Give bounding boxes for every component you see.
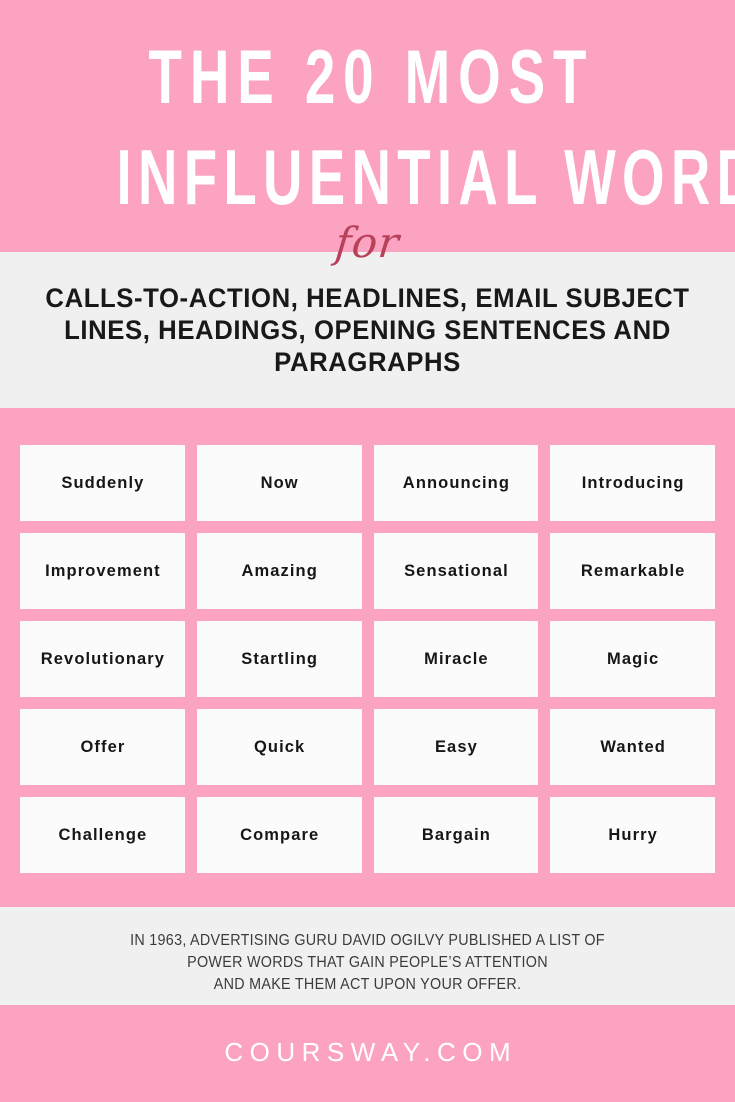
word-card: Bargain	[373, 797, 539, 873]
word-card: Compare	[196, 797, 362, 873]
subtitle-band: CALLS-TO-ACTION, HEADLINES, EMAIL SUBJEC…	[0, 252, 735, 408]
word-card: Offer	[20, 709, 185, 785]
header-band: THE 20 MOST INFLUENTIAL WORDS	[0, 0, 735, 252]
word-card: Announcing	[373, 445, 539, 521]
word-grid: Suddenly Now Announcing Introducing Impr…	[20, 445, 715, 873]
word-card: Magic	[550, 621, 715, 697]
subtitle-text: CALLS-TO-ACTION, HEADLINES, EMAIL SUBJEC…	[45, 283, 690, 377]
word-card: Remarkable	[550, 533, 715, 609]
word-card: Sensational	[373, 533, 539, 609]
word-card: Improvement	[20, 533, 185, 609]
brand-band: COURSWAY.COM	[0, 1005, 735, 1102]
word-card: Quick	[196, 709, 362, 785]
footnote-band: IN 1963, ADVERTISING GURU DAVID OGILVY P…	[0, 907, 735, 1005]
page-title-line-1: THE 20 MOST	[148, 35, 595, 120]
word-card: Miracle	[373, 621, 539, 697]
word-card: Now	[196, 445, 362, 521]
word-card: Wanted	[550, 709, 715, 785]
word-card: Hurry	[550, 797, 715, 873]
footnote-line-1: IN 1963, ADVERTISING GURU DAVID OGILVY P…	[130, 932, 605, 949]
word-card: Easy	[373, 709, 539, 785]
brand-url: COURSWAY.COM	[224, 1037, 518, 1067]
page-title-line-2: INFLUENTIAL WORDS	[116, 133, 735, 221]
word-card: Suddenly	[20, 445, 185, 521]
word-card: Amazing	[196, 533, 362, 609]
footnote-text: IN 1963, ADVERTISING GURU DAVID OGILVY P…	[66, 930, 669, 996]
footnote-line-2: POWER WORDS THAT GAIN PEOPLE’S ATTENTION	[187, 954, 548, 971]
connector-script-for: for	[333, 218, 403, 267]
word-card: Challenge	[20, 797, 185, 873]
word-card: Revolutionary	[20, 621, 185, 697]
footnote-line-3: AND MAKE THEM ACT UPON YOUR OFFER.	[213, 976, 522, 993]
word-card: Introducing	[550, 445, 715, 521]
word-grid-band: Suddenly Now Announcing Introducing Impr…	[0, 408, 735, 907]
word-card: Startling	[196, 621, 362, 697]
infographic-poster: THE 20 MOST INFLUENTIAL WORDS for CALLS-…	[0, 0, 735, 1102]
